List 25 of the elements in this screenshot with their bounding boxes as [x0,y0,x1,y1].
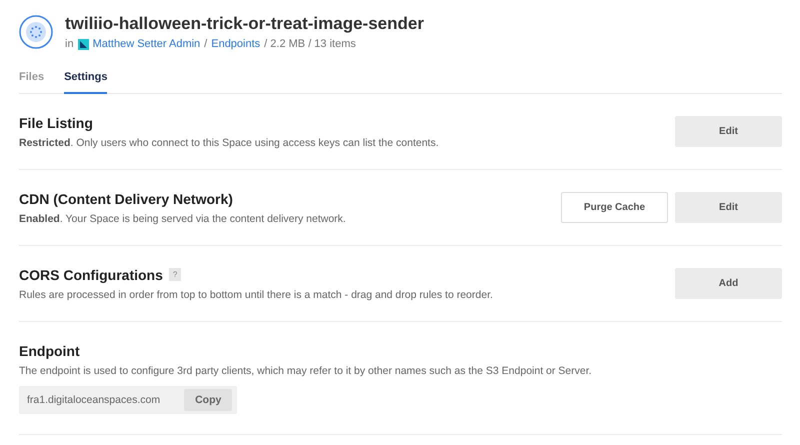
section-description: The endpoint is used to configure 3rd party clients, which may refer to it by other names such as the S3 Endpoint or Server. [19,364,592,376]
breadcrumb-link[interactable]: Endpoints [211,38,260,50]
space-title: twiliio-halloween-trick-or-treat-image-sender [65,14,424,34]
action-button[interactable]: Purge Cache [561,192,668,223]
tab[interactable]: Settings [64,69,108,94]
section-description: Rules are processed in order from top to bottom until there is a match - drag and drop rules to reorder. [19,288,493,300]
section-title: File Listing [19,114,93,130]
breadcrumb-text: / 2.2 MB / 13 items [264,38,356,50]
action-button[interactable]: Edit [675,192,782,223]
endpoint-field[interactable]: fra1.digitaloceanspaces.com Copy [19,386,238,414]
tab[interactable]: Files [19,69,44,94]
breadcrumb-text: / [204,38,208,50]
section-description: Enabled. Your Space is being served via the content delivery network. [19,212,346,224]
breadcrumb-link[interactable]: Matthew Setter Admin [92,38,200,50]
section-title: CORS Configurations [19,266,163,282]
action-button[interactable]: Add [675,268,782,299]
project-icon [78,38,89,50]
location-prefix: in [65,38,74,50]
space-icon [19,15,53,49]
section-title: Endpoint [19,342,80,358]
section-title: CDN (Content Delivery Network) [19,190,233,206]
help-badge[interactable]: ? [168,268,182,281]
copy-button[interactable]: Copy [184,388,232,410]
action-button[interactable]: Edit [675,116,782,147]
section-description: Restricted. Only users who connect to this Space using access keys can list the contents. [19,136,439,148]
